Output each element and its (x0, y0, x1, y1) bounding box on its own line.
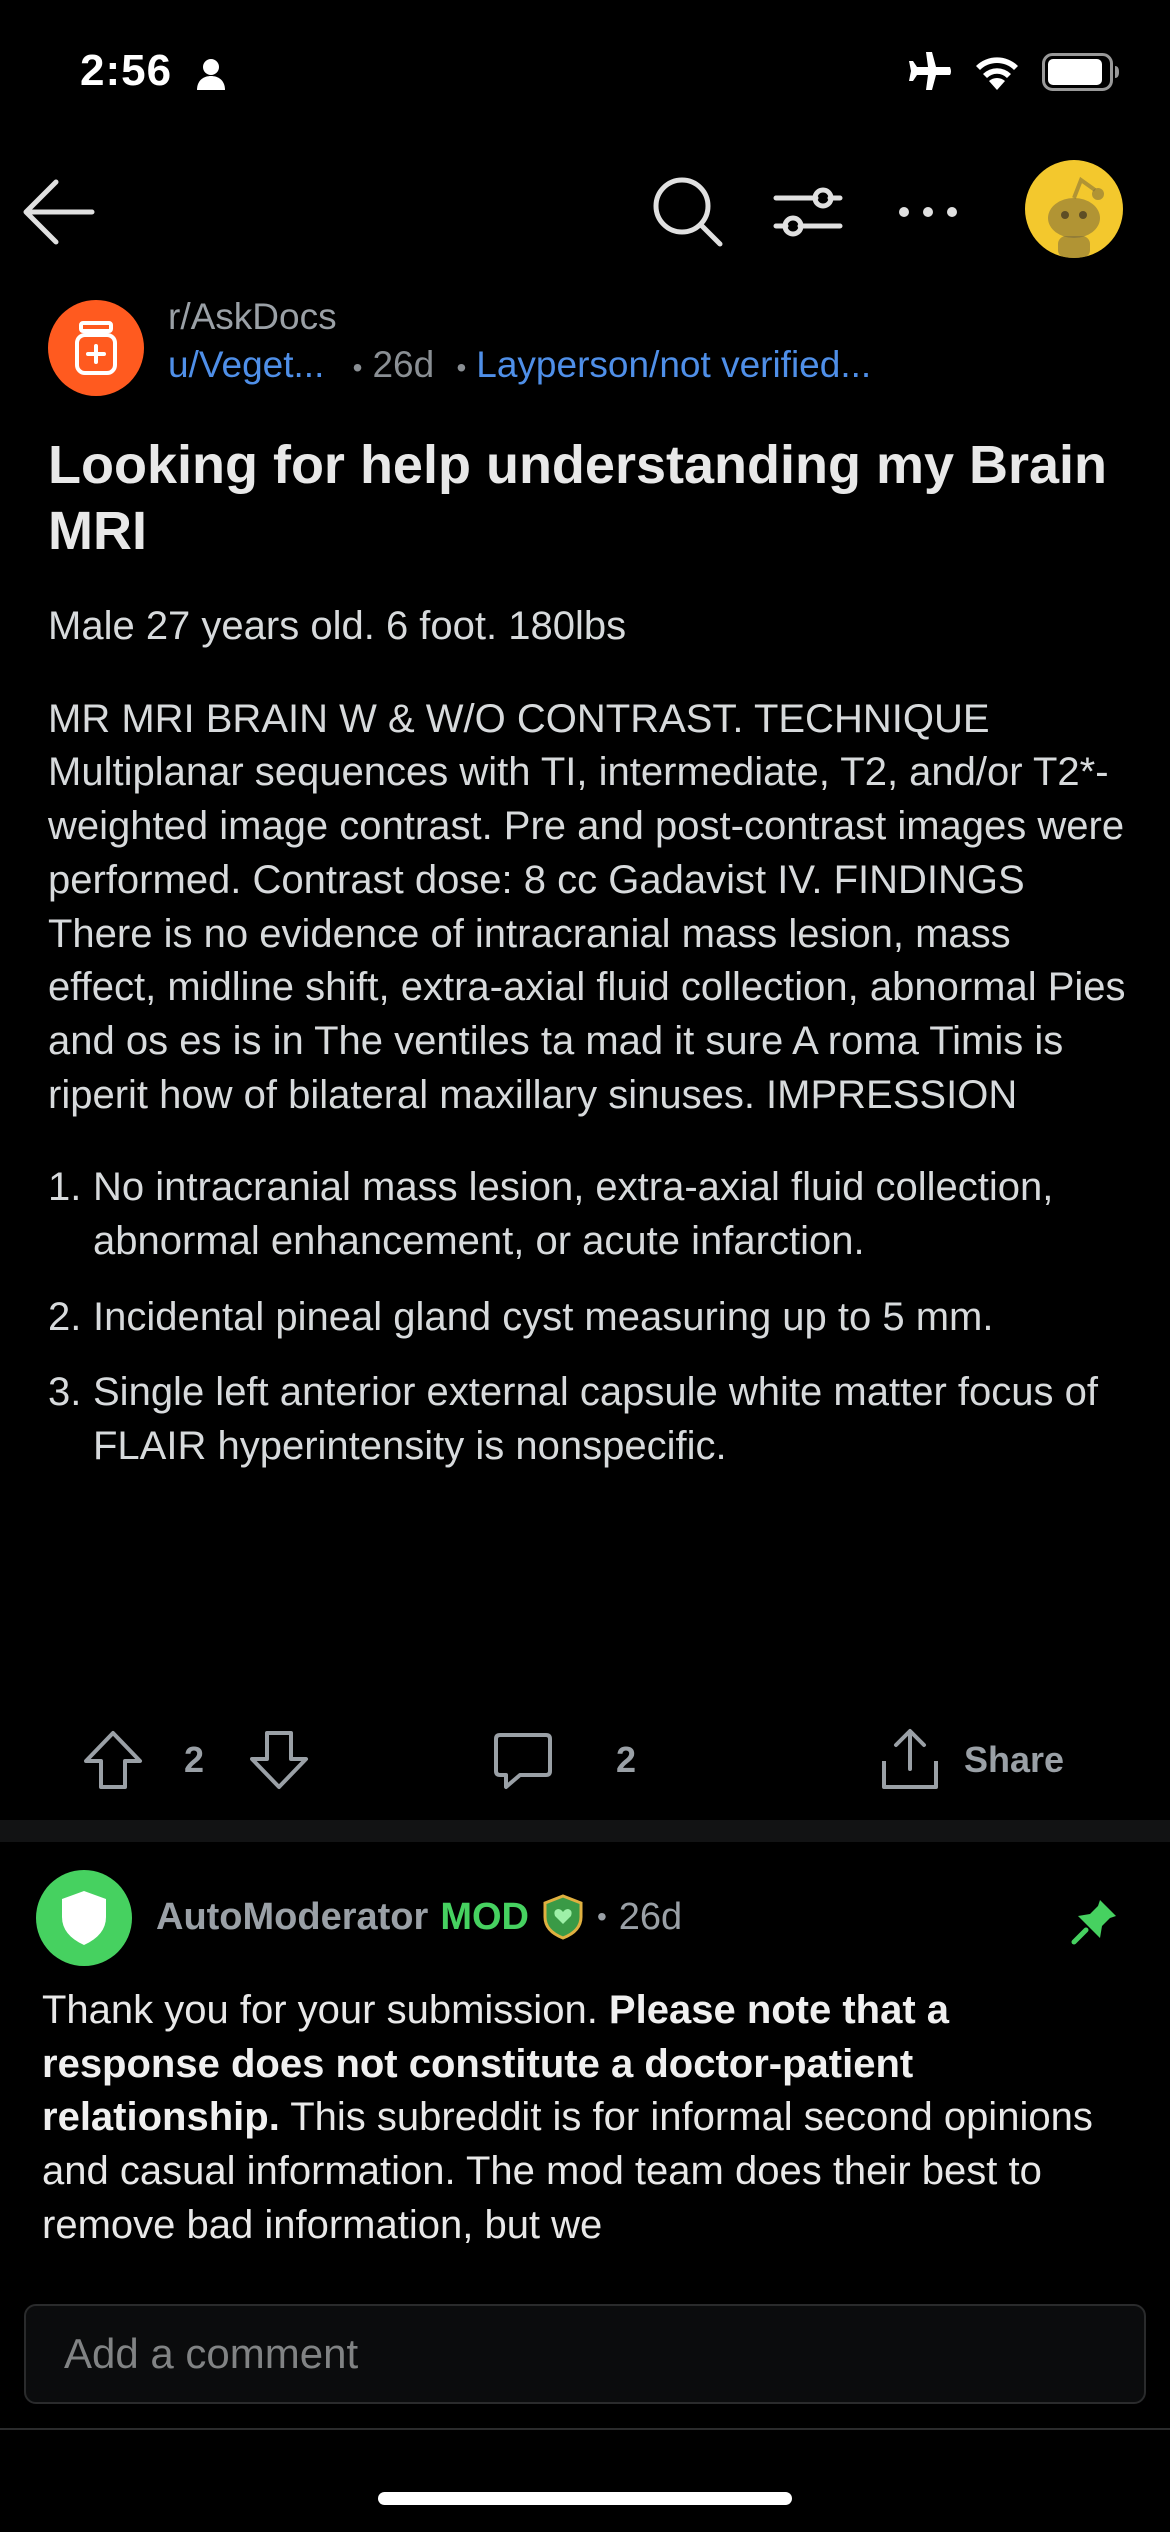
upvote-button[interactable] (80, 1720, 146, 1800)
post-actions: 2 2 Share (0, 1720, 1170, 1800)
meta-separator: • (352, 352, 363, 383)
mod-label: MOD (440, 1895, 529, 1938)
post-paragraph: Male 27 years old. 6 foot. 180lbs (48, 604, 627, 648)
meta-separator: • (456, 352, 467, 383)
list-item: 2. Incidental pineal gland cyst measuring… (48, 1291, 1128, 1345)
comment-bubble-icon (494, 1733, 552, 1789)
airplane-icon (909, 52, 951, 90)
pin-icon (1071, 1900, 1116, 1945)
vote-count: 2 (184, 1739, 205, 1780)
wifi-icon (976, 57, 1018, 90)
more-dots-icon (899, 207, 957, 217)
medicine-bottle-icon (75, 321, 117, 375)
add-comment-input[interactable]: Add a comment (24, 2304, 1146, 2404)
list-number: 1. (48, 1165, 82, 1210)
back-arrow-icon (23, 179, 95, 245)
downvote-arrow-icon (250, 1731, 308, 1789)
search-icon (653, 177, 723, 247)
top-nav (0, 150, 1170, 270)
battery-icon (1042, 53, 1119, 91)
mod-shield-icon (543, 1894, 583, 1940)
person-icon (197, 59, 225, 90)
snoo-avatar-icon (1048, 176, 1104, 258)
post-body: Male 27 years old. 6 foot. 180lbs MR MRI… (48, 600, 1128, 1496)
post-paragraph: MR MRI BRAIN W & W/O CONTRAST. TECHNIQUE… (48, 696, 1126, 1117)
more-options-button[interactable] (888, 172, 968, 252)
home-indicator[interactable] (378, 2492, 792, 2505)
comment-body: Thank you for your submission. Please no… (42, 1984, 1132, 2253)
impression-list: 1. No intracranial mass lesion, extra-axi… (48, 1161, 1128, 1474)
comments-button[interactable] (490, 1720, 556, 1800)
comment: AutoModerator MOD • 26d Thank you for yo… (0, 1860, 1170, 2270)
post-author[interactable]: u/Veget... (168, 344, 324, 385)
comment-count: 2 (616, 1739, 637, 1780)
user-avatar[interactable] (1025, 160, 1123, 258)
share-icon (882, 1729, 938, 1789)
post-meta: u/Veget... • 26d • Layperson/not verified.… (168, 344, 871, 386)
share-button[interactable]: Share (878, 1720, 1064, 1800)
list-number: 3. (48, 1370, 82, 1415)
post-title: Looking for help understanding my Brain … (48, 435, 1108, 561)
comment-input-bar: Add a comment (0, 2270, 1170, 2430)
status-time: 2:56 (80, 46, 173, 95)
subreddit-name[interactable]: r/AskDocs (168, 296, 337, 338)
list-text: No intracranial mass lesion, extra-axial… (93, 1165, 1054, 1264)
comment-text-start: Thank you for your submission. (42, 1988, 609, 2032)
sort-filter-button[interactable] (768, 172, 848, 252)
shield-icon (62, 1891, 106, 1945)
automoderator-avatar[interactable] (36, 1870, 132, 1966)
meta-separator: • (596, 1901, 607, 1932)
list-item: 3. Single left anterior external capsule … (48, 1366, 1128, 1473)
share-label: Share (964, 1739, 1065, 1780)
comment-age: 26d (618, 1895, 683, 1938)
back-button[interactable] (22, 172, 102, 252)
list-text: Single left anterior external capsule wh… (93, 1370, 1098, 1469)
post-age: 26d (372, 344, 435, 385)
subreddit-avatar[interactable] (48, 300, 144, 396)
list-text: Incidental pineal gland cyst measuring u… (93, 1294, 994, 1339)
comment-author[interactable]: AutoModerator (156, 1896, 428, 1939)
user-flair[interactable]: Layperson/not verified... (476, 344, 871, 385)
upvote-arrow-icon (84, 1731, 142, 1789)
filter-sliders-icon (773, 187, 843, 237)
list-item: 1. No intracranial mass lesion, extra-axi… (48, 1161, 1128, 1268)
downvote-button[interactable] (246, 1720, 312, 1800)
section-divider (0, 1820, 1170, 1842)
post-header: r/AskDocs u/Veget... • 26d • Layperson/not… (48, 296, 1128, 396)
list-number: 2. (48, 1294, 82, 1339)
search-button[interactable] (648, 172, 728, 252)
comment-meta: AutoModerator MOD • 26d (156, 1894, 682, 1940)
status-bar: 2:56 (0, 0, 1170, 150)
